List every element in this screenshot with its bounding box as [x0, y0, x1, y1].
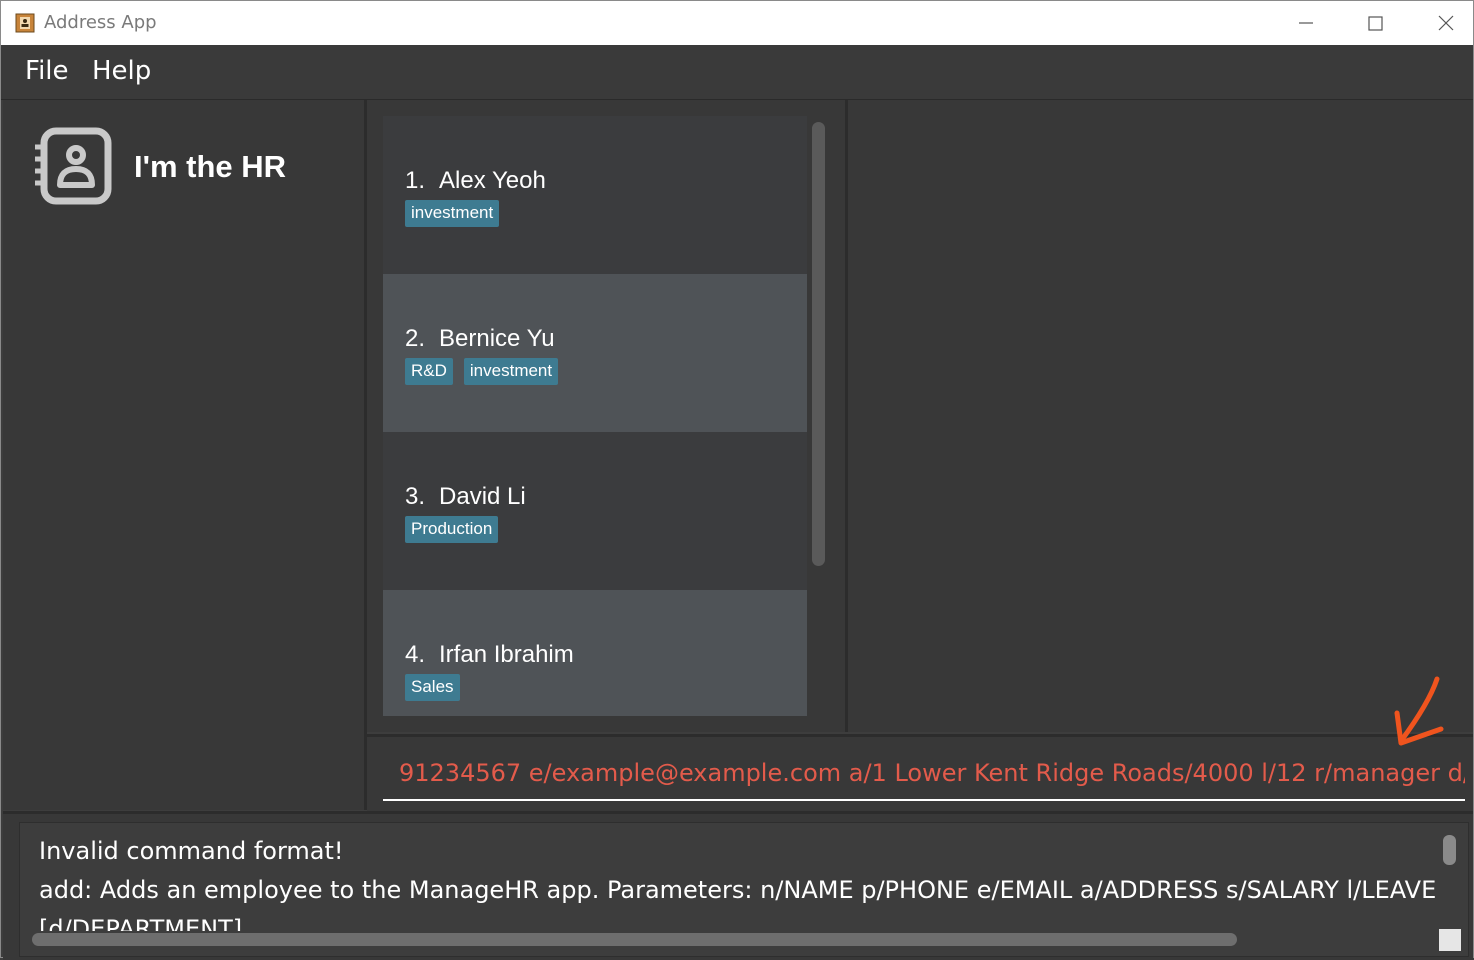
tag-list: Production [405, 516, 499, 543]
person-index: 3. [405, 483, 426, 510]
maximize-button[interactable] [1341, 1, 1409, 45]
person-card[interactable]: 3. David Li Production [383, 432, 807, 590]
person-name: 4. Irfan Ibrahim [405, 641, 574, 669]
person-card[interactable]: 2. Bernice Yu R&D investment [383, 274, 807, 432]
maximize-icon [1368, 16, 1383, 31]
minimize-icon [1299, 22, 1313, 24]
result-display[interactable]: Invalid command format! add: Adds an emp… [19, 822, 1469, 957]
address-book-icon [35, 127, 112, 205]
tag-list: Sales [405, 674, 460, 701]
app-brand-title: I'm the HR [134, 149, 287, 184]
title-bar[interactable]: Address App [1, 1, 1473, 45]
close-icon [1438, 15, 1454, 31]
app-icon [15, 13, 35, 33]
person-list-panel: 1. Alex Yeoh investment 2. Bernice Yu R&D … [367, 100, 848, 732]
person-index: 1. [405, 167, 426, 194]
person-name: 1. Alex Yeoh [405, 167, 546, 195]
list-scrollbar-thumb[interactable] [812, 122, 825, 566]
result-line: Invalid command format! [39, 837, 344, 865]
person-name-text: David Li [439, 483, 526, 510]
minimize-button[interactable] [1271, 1, 1339, 45]
annotation-arrow-icon [1394, 676, 1444, 746]
scrollbar-corner [1439, 929, 1461, 951]
tag-list: investment [405, 200, 500, 227]
menu-bar: File Help [1, 45, 1473, 100]
detail-panel [848, 100, 1473, 732]
person-index: 2. [405, 325, 426, 352]
tag: Sales [405, 674, 460, 701]
tag: R&D [405, 358, 453, 385]
result-horizontal-scrollbar[interactable] [32, 933, 1237, 946]
result-display-area: Invalid command format! add: Adds an emp… [3, 811, 1473, 960]
person-name: 3. David Li [405, 483, 526, 511]
menu-help[interactable]: Help [92, 56, 151, 86]
person-card[interactable]: 1. Alex Yeoh investment [383, 116, 807, 274]
close-button[interactable] [1405, 1, 1473, 45]
command-box [367, 734, 1473, 813]
tag: investment [405, 200, 500, 227]
person-name-text: Irfan Ibrahim [439, 641, 574, 668]
sidebar: I'm the HR [3, 100, 367, 810]
window-title: Address App [44, 12, 157, 33]
result-vertical-scrollbar[interactable] [1443, 835, 1456, 865]
person-card[interactable]: 4. Irfan Ibrahim Sales [383, 590, 807, 716]
tag: Production [405, 516, 499, 543]
tag: investment [463, 358, 559, 385]
person-name: 2. Bernice Yu [405, 325, 555, 353]
person-index: 4. [405, 641, 426, 668]
person-name-text: Alex Yeoh [439, 167, 546, 194]
result-line: add: Adds an employee to the ManageHR ap… [39, 876, 1440, 904]
result-text-viewport: Invalid command format! add: Adds an emp… [20, 823, 1440, 931]
menu-file[interactable]: File [25, 56, 69, 86]
result-line: [d/DEPARTMENT] [39, 915, 243, 931]
app-window: Address App File Help I'm the HR 1. Alex… [0, 0, 1474, 960]
command-input[interactable] [383, 747, 1465, 801]
person-name-text: Bernice Yu [439, 325, 555, 352]
tag-list: R&D investment [405, 358, 559, 385]
